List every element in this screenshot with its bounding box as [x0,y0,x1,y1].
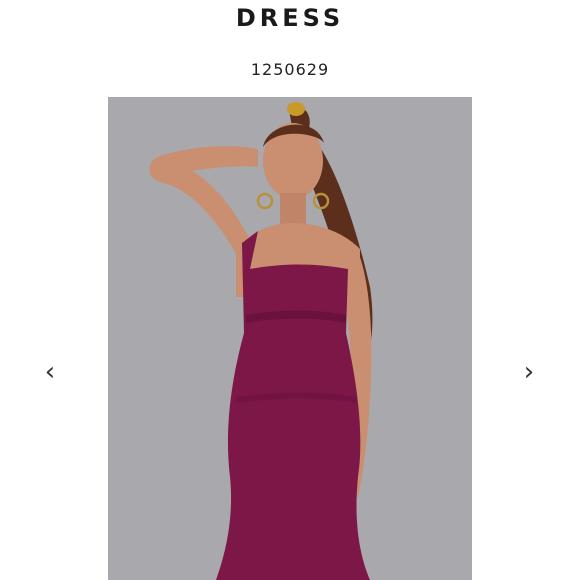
product-image[interactable] [108,97,472,580]
product-sku: 1250629 [250,60,330,79]
previous-image-button[interactable]: ‹ [38,358,62,386]
model-photo-icon [108,97,472,580]
product-title: DRESS [235,4,345,32]
product-page: DRESS 1250629 ‹ › [0,0,580,580]
next-image-button[interactable]: › [517,358,541,386]
